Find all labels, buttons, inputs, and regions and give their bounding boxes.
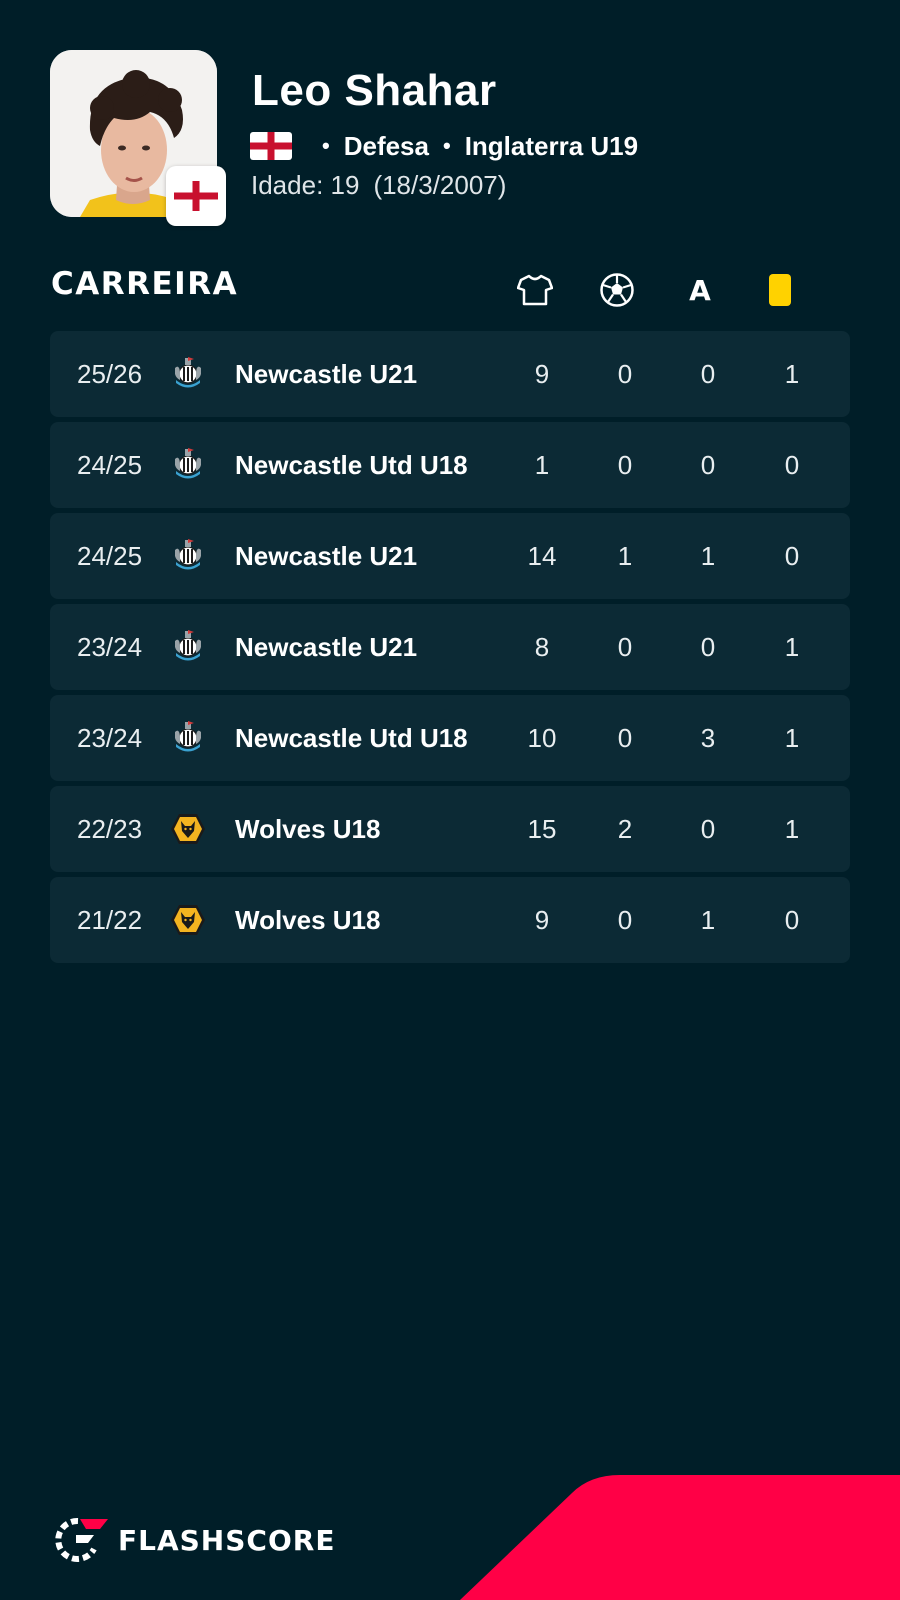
separator-dot: •	[442, 133, 451, 158]
assists-value: 0	[700, 450, 716, 480]
appearances-value: 1	[534, 450, 550, 480]
national-team-badge	[166, 166, 226, 226]
career-row[interactable]: 23/24 Newcastle U21 8 0 0 1	[50, 604, 850, 690]
separator-dot: •	[322, 133, 330, 158]
career-section-title: CARREIRA	[51, 266, 239, 302]
assists-value: 3	[700, 723, 716, 753]
club-name[interactable]: Wolves U18	[235, 786, 380, 872]
career-row[interactable]: 22/23 Wolves U18 15 2 0 1	[50, 786, 850, 872]
appearances-value: 14	[527, 541, 557, 571]
ball-icon	[597, 270, 637, 310]
player-meta: • Defesa • Inglaterra U19	[250, 128, 638, 164]
appearances-value: 15	[527, 814, 557, 844]
newcastle-logo-icon	[170, 629, 206, 665]
assists-value: 0	[700, 632, 716, 662]
career-row[interactable]: 24/25 Newcastle Utd U18 1 0 0 0	[50, 422, 850, 508]
yellow-cards-value: 1	[784, 723, 800, 753]
yellow-cards-value: 1	[784, 814, 800, 844]
goals-value: 0	[617, 359, 633, 389]
yellow-cards-value: 1	[784, 632, 800, 662]
brand-name: FLASHSCORE	[118, 1523, 336, 1557]
season-label: 24/25	[77, 541, 143, 571]
season-label: 22/23	[77, 814, 143, 844]
flashscore-brand: FLASHSCORE	[50, 1515, 335, 1565]
club-name[interactable]: Newcastle U21	[235, 604, 417, 690]
season-label: 24/25	[77, 450, 143, 480]
club-name[interactable]: Wolves U18	[235, 877, 380, 963]
appearances-value: 9	[534, 905, 550, 935]
goals-value: 0	[617, 723, 633, 753]
age-label: Idade: 19	[251, 170, 360, 200]
wolves-logo-icon	[170, 811, 206, 847]
brand-accent-shape	[460, 1475, 900, 1600]
newcastle-logo-icon	[170, 720, 206, 756]
goals-value: 0	[617, 905, 633, 935]
season-label: 21/22	[77, 905, 143, 935]
player-age: Idade: 19 (18/3/2007)	[251, 170, 506, 201]
career-row[interactable]: 23/24 Newcastle Utd U18 10 0 3 1	[50, 695, 850, 781]
goals-value: 2	[617, 814, 633, 844]
yellow-card-icon	[760, 270, 800, 310]
assist-icon: A	[689, 273, 711, 307]
jersey-icon	[515, 270, 555, 310]
yellow-cards-value: 0	[784, 541, 800, 571]
season-label: 23/24	[77, 632, 143, 662]
newcastle-logo-icon	[170, 447, 206, 483]
career-list: 25/26 Newcastle U21 9 0 0 1 24/25 Newcastle Utd…	[50, 331, 850, 968]
club-name[interactable]: Newcastle Utd U18	[235, 422, 468, 508]
assists-value: 1	[700, 905, 716, 935]
yellow-cards-value: 0	[784, 905, 800, 935]
goals-value: 0	[617, 632, 633, 662]
career-row[interactable]: 24/25 Newcastle U21 14 1 1 0	[50, 513, 850, 599]
goals-value: 1	[617, 541, 633, 571]
club-name[interactable]: Newcastle U21	[235, 513, 417, 599]
england-flag-icon	[174, 181, 218, 211]
career-row[interactable]: 21/22 Wolves U18 9 0 1 0	[50, 877, 850, 963]
newcastle-logo-icon	[170, 538, 206, 574]
season-label: 23/24	[77, 723, 143, 753]
assists-value: 0	[700, 359, 716, 389]
season-label: 25/26	[77, 359, 143, 389]
goals-value: 0	[617, 450, 633, 480]
career-row[interactable]: 25/26 Newcastle U21 9 0 0 1	[50, 331, 850, 417]
appearances-value: 8	[534, 632, 550, 662]
yellow-cards-value: 1	[784, 359, 800, 389]
club-name[interactable]: Newcastle U21	[235, 331, 417, 417]
assists-value: 1	[700, 541, 716, 571]
assists-value: 0	[700, 814, 716, 844]
player-name: Leo Shahar	[252, 66, 497, 115]
flashscore-logo-icon	[55, 1517, 108, 1562]
appearances-value: 9	[534, 359, 550, 389]
yellow-cards-value: 0	[784, 450, 800, 480]
appearances-value: 10	[527, 723, 557, 753]
wolves-logo-icon	[170, 902, 206, 938]
birthdate: (18/3/2007)	[373, 170, 507, 200]
england-flag-icon	[250, 132, 292, 160]
player-position: Defesa	[343, 130, 429, 161]
player-team: Inglaterra U19	[464, 130, 639, 161]
newcastle-logo-icon	[170, 356, 206, 392]
club-name[interactable]: Newcastle Utd U18	[235, 695, 468, 781]
